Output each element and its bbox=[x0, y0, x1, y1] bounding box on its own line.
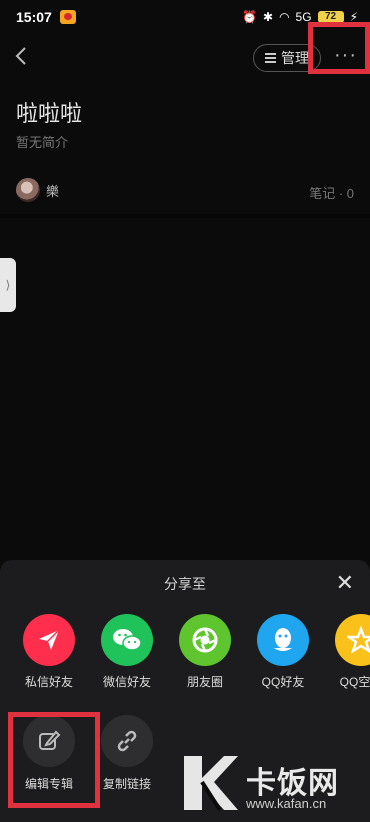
album-title: 啦啦啦 bbox=[16, 101, 83, 126]
notes-count: 笔记 · 0 bbox=[309, 186, 354, 201]
action-label: 复制链接 bbox=[102, 777, 151, 791]
side-drawer-handle[interactable]: ⟩ bbox=[0, 258, 16, 312]
share-label: 朋友圈 bbox=[186, 675, 223, 689]
link-icon bbox=[101, 715, 153, 767]
wifi-icon: ◠ bbox=[279, 10, 290, 24]
avatar[interactable] bbox=[16, 178, 40, 202]
alarm-icon: ⏰ bbox=[242, 10, 257, 24]
share-private-message[interactable]: 私信好友 bbox=[14, 614, 84, 690]
list-icon bbox=[265, 51, 276, 65]
share-qzone[interactable]: QQ空间 bbox=[326, 614, 370, 690]
wechat-icon bbox=[101, 614, 153, 666]
manage-label: 管理 bbox=[281, 50, 309, 66]
share-label: 私信好友 bbox=[24, 675, 73, 689]
send-icon bbox=[23, 614, 75, 666]
highlight-more-button bbox=[308, 22, 370, 74]
bluetooth-icon: ✱ bbox=[263, 10, 274, 24]
watermark-logo bbox=[184, 756, 238, 812]
back-button[interactable] bbox=[14, 46, 28, 72]
highlight-edit-album bbox=[8, 712, 100, 808]
watermark: 卡饭网 www.kafan.cn bbox=[180, 752, 370, 816]
share-wechat[interactable]: 微信好友 bbox=[92, 614, 162, 690]
author-name: 樂 bbox=[46, 183, 60, 199]
share-label: QQ空间 bbox=[339, 675, 370, 689]
moments-icon bbox=[179, 614, 231, 666]
divider bbox=[0, 214, 370, 218]
album-description: 暂无简介 bbox=[16, 135, 69, 150]
share-label: QQ好友 bbox=[261, 675, 305, 689]
share-label: 微信好友 bbox=[102, 675, 151, 689]
qzone-icon bbox=[335, 614, 370, 666]
share-moments[interactable]: 朋友圈 bbox=[170, 614, 240, 690]
status-time: 15:07 bbox=[16, 9, 52, 25]
share-qq[interactable]: QQ好友 bbox=[248, 614, 318, 690]
share-sheet-title: 分享至 bbox=[164, 576, 206, 592]
watermark-url: www.kafan.cn bbox=[246, 796, 327, 811]
copy-link-button[interactable]: 复制链接 bbox=[92, 715, 162, 792]
chevron-left-icon bbox=[15, 47, 26, 65]
close-button[interactable]: ✕ bbox=[336, 570, 354, 596]
weibo-icon bbox=[59, 10, 76, 24]
share-targets: 私信好友 微信好友 朋友圈 QQ好友 QQ空 bbox=[0, 614, 370, 694]
qq-icon bbox=[257, 614, 309, 666]
author[interactable]: 樂 bbox=[16, 178, 59, 202]
